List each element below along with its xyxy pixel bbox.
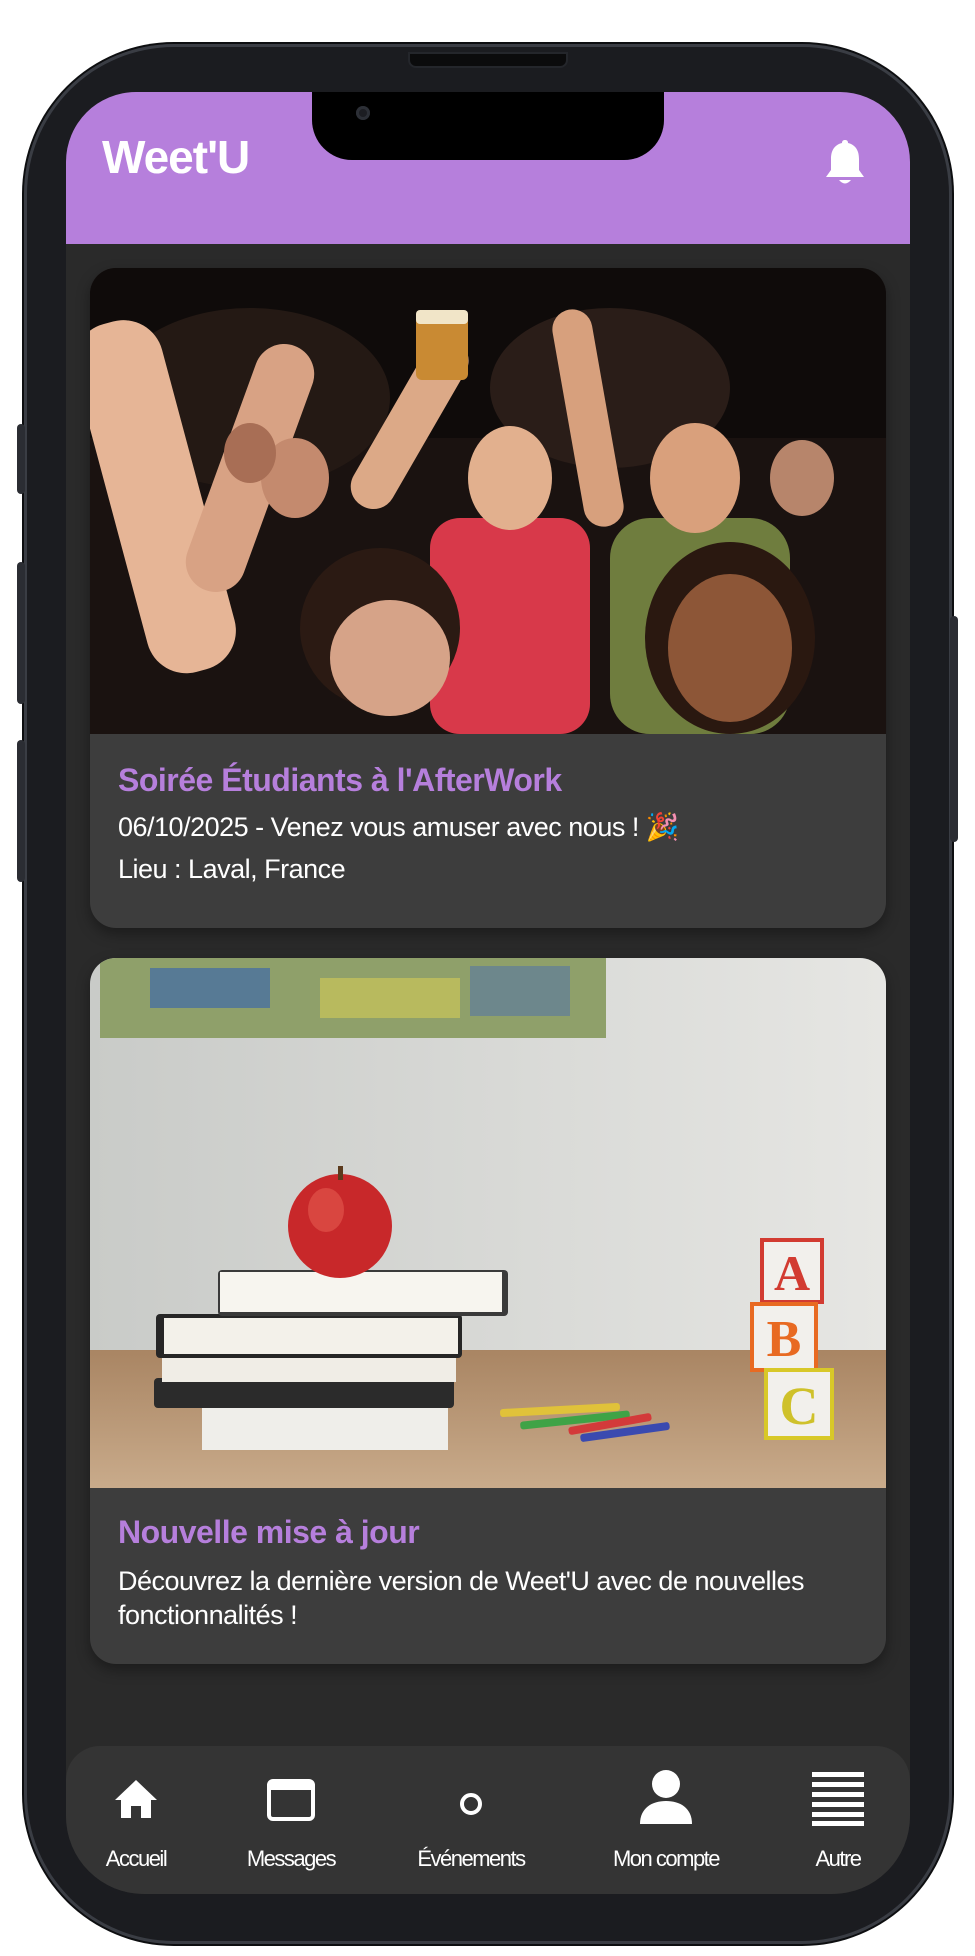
- volume-up-button: [17, 562, 25, 704]
- nav-item-accueil[interactable]: Accueil: [66, 1746, 206, 1894]
- bell-icon[interactable]: [822, 136, 868, 188]
- card-title: Soirée Étudiants à l'AfterWork: [118, 762, 562, 798]
- nav-label: Messages: [246, 1846, 337, 1871]
- speaker-grille: [410, 54, 566, 66]
- phone-notch: [312, 92, 664, 160]
- circle-icon: [460, 1793, 482, 1815]
- card-title: Nouvelle mise à jour: [118, 1514, 420, 1550]
- window-icon: [267, 1779, 315, 1821]
- camera-icon: [356, 106, 370, 120]
- svg-text:A: A: [774, 1245, 810, 1301]
- nav-item-autre[interactable]: Autre: [766, 1746, 910, 1894]
- card-location: Lieu : Laval, France: [118, 854, 346, 884]
- nav-label: Mon compte: [612, 1846, 721, 1871]
- nav-item-mon-compte[interactable]: Mon compte: [566, 1746, 766, 1894]
- nav-label: Accueil: [105, 1846, 168, 1871]
- nav-item-evenements[interactable]: Événements: [376, 1746, 566, 1894]
- menu-lines-icon: [812, 1772, 864, 1826]
- feed-card[interactable]: A B C Nouvelle mise à jour Découvrez la …: [90, 958, 886, 1664]
- feed-card[interactable]: Soirée Étudiants à l'AfterWork 06/10/202…: [90, 268, 886, 928]
- card-description: Découvrez la dernière version de Weet'U …: [118, 1566, 805, 1630]
- power-button: [950, 616, 958, 842]
- apple-books-abc-blocks-photo: A B C: [90, 958, 886, 1488]
- app-screen: Weet'U Soirée Étudiants à l'AfterWork 06…: [66, 92, 910, 1894]
- mute-switch: [17, 424, 25, 494]
- person-icon: [640, 1770, 692, 1824]
- home-icon: [115, 1780, 157, 1818]
- card-description: 06/10/2025 - Venez vous amuser avec nous…: [118, 812, 679, 842]
- nav-label: Événements: [417, 1846, 526, 1871]
- svg-text:B: B: [767, 1311, 802, 1368]
- volume-down-button: [17, 740, 25, 882]
- nav-label: Autre: [815, 1846, 862, 1871]
- app-title: Weet'U: [102, 131, 250, 183]
- bottom-navigation: Accueil Messages Événements Mon compte A…: [66, 1746, 910, 1894]
- nav-item-messages[interactable]: Messages: [206, 1746, 376, 1894]
- party-crowd-photo: [90, 268, 886, 734]
- svg-text:C: C: [780, 1376, 819, 1436]
